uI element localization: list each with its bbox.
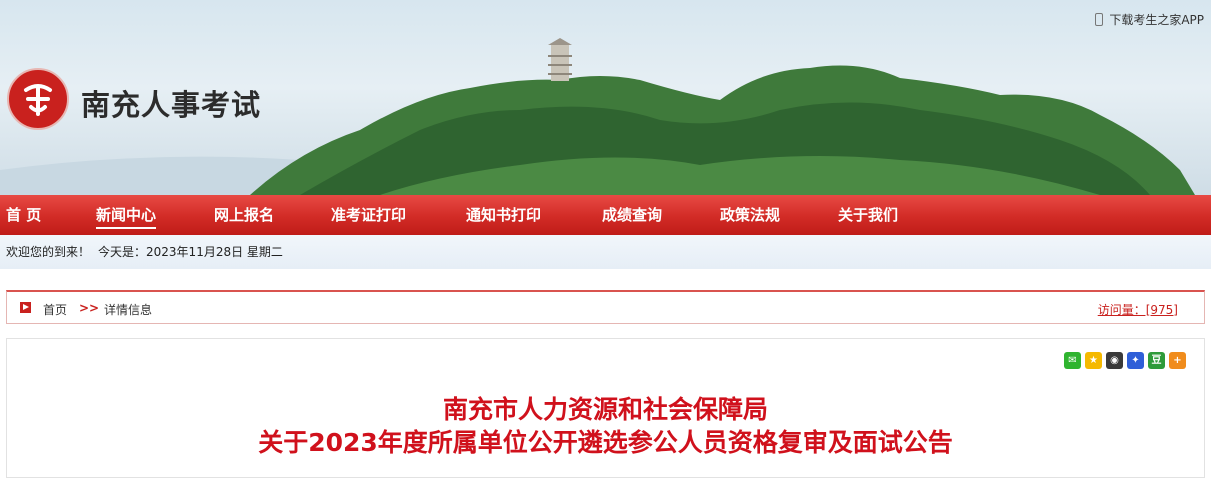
- nav-item-notice-print[interactable]: 通知书打印: [466, 195, 541, 235]
- breadcrumb-home-link[interactable]: 首页: [43, 301, 67, 318]
- breadcrumb-separator: >>: [79, 301, 100, 315]
- site-title[interactable]: 南充人事考试: [81, 82, 261, 124]
- nav-item-news[interactable]: 新闻中心: [96, 195, 157, 235]
- article-container: ✉ ★ ◉ ✦ 豆 + 南充市人力资源和社会保障局 关于2023年度所属单位公开…: [6, 338, 1205, 478]
- today-date: 今天是：2023年11月28日 星期二: [98, 245, 283, 259]
- more-share-icon[interactable]: +: [1169, 352, 1186, 369]
- download-app-label: 下载考生之家APP: [1109, 13, 1204, 27]
- main-nav: 首 页 新闻中心 网上报名 准考证打印 通知书打印 成绩查询 政策法规 关于我们: [0, 195, 1211, 235]
- douban-icon[interactable]: 豆: [1148, 352, 1165, 369]
- article-title-line-1: 南充市人力资源和社会保障局: [442, 395, 768, 424]
- wechat-icon[interactable]: ✉: [1064, 352, 1081, 369]
- welcome-bar: 欢迎您的到来！ 今天是：2023年11月28日 星期二: [0, 235, 1211, 269]
- phone-icon: [1095, 13, 1104, 26]
- qzone-icon[interactable]: ★: [1085, 352, 1102, 369]
- play-arrow-icon: [20, 302, 31, 313]
- nav-item-score-query[interactable]: 成绩查询: [602, 195, 662, 235]
- article-title-line-2: 关于2023年度所属单位公开遴选参公人员资格复审及面试公告: [258, 428, 953, 457]
- breadcrumb-current: 详情信息: [104, 303, 153, 317]
- site-logo-icon[interactable]: [7, 68, 69, 130]
- nav-item-home[interactable]: 首 页: [6, 195, 41, 235]
- seal-glyph-icon: [24, 84, 52, 116]
- download-app-link[interactable]: 下载考生之家APP: [1095, 11, 1204, 28]
- nav-item-online-registration[interactable]: 网上报名: [214, 195, 274, 235]
- nav-item-about[interactable]: 关于我们: [838, 195, 898, 235]
- share-toolbar: ✉ ★ ◉ ✦ 豆 +: [1064, 352, 1186, 369]
- qq-icon[interactable]: ◉: [1106, 352, 1123, 369]
- visit-counter: 访问量：[975]: [1097, 303, 1178, 317]
- nav-item-policies[interactable]: 政策法规: [720, 195, 780, 235]
- welcome-greeting: 欢迎您的到来！: [6, 245, 91, 259]
- header-banner: 南充人事考试 下载考生之家APP: [0, 0, 1211, 195]
- nav-item-admission-ticket[interactable]: 准考证打印: [331, 195, 406, 235]
- breadcrumb: 首页 >> 详情信息 访问量：[975]: [6, 290, 1205, 324]
- baidu-icon[interactable]: ✦: [1127, 352, 1144, 369]
